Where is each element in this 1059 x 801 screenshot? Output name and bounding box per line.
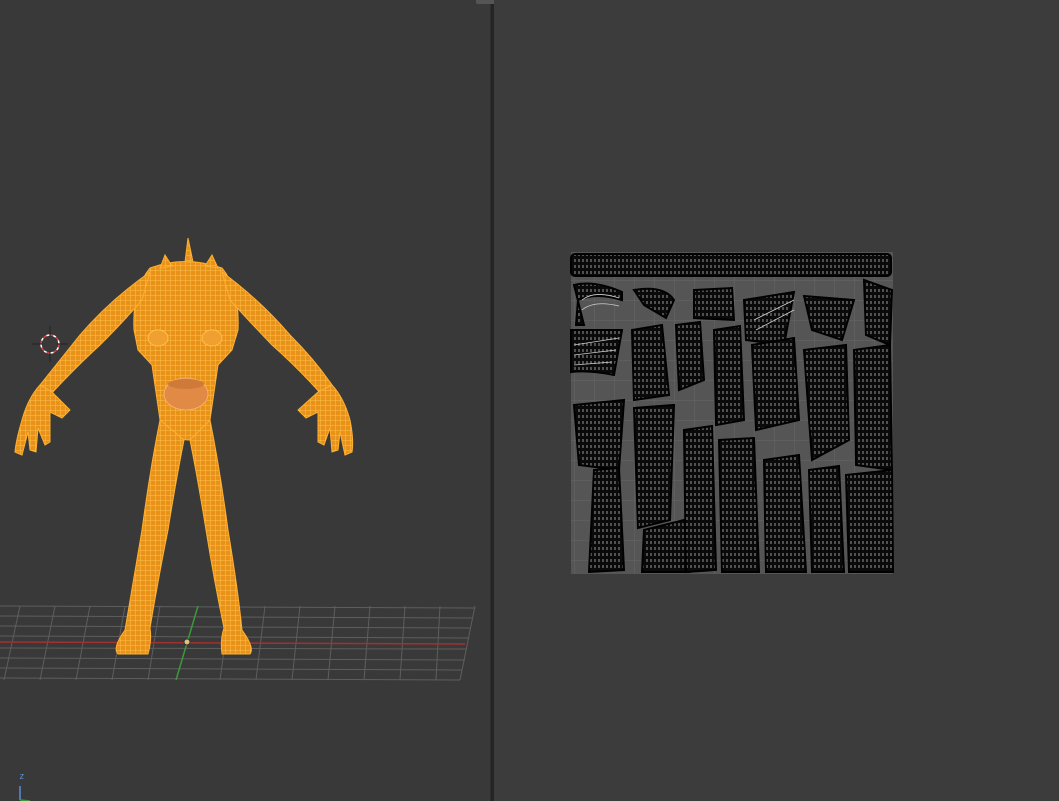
3d-viewport[interactable]: z — [0, 0, 490, 801]
character-mesh[interactable] — [14, 237, 354, 655]
axis-gizmo-icon — [19, 786, 31, 801]
axis-gizmo-label: z — [19, 772, 25, 782]
blender-window: z — [0, 0, 1059, 801]
uv-canvas[interactable] — [494, 0, 1059, 801]
viewport-canvas[interactable] — [0, 0, 490, 801]
uv-editor[interactable] — [494, 0, 1059, 801]
object-origin-icon[interactable] — [183, 638, 191, 646]
